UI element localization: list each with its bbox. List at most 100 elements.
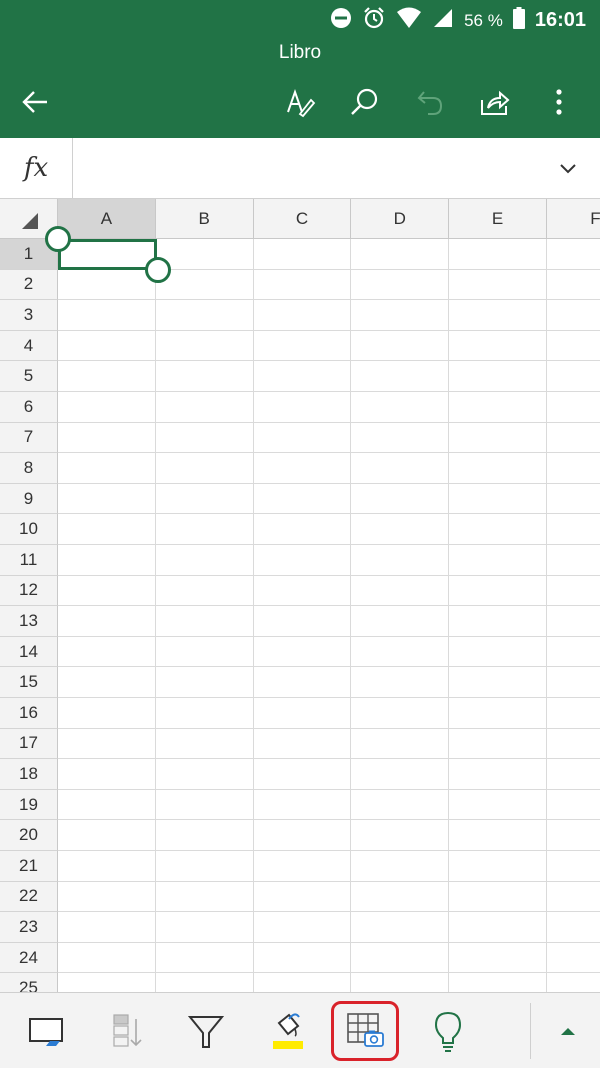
status-icons: 56 % 16:01	[330, 6, 586, 35]
row-header-23[interactable]: 23	[0, 912, 58, 943]
row-header-4[interactable]: 4	[0, 330, 58, 362]
row-header-7[interactable]: 7	[0, 422, 58, 454]
row-gridline	[58, 941, 600, 943]
signal-icon	[432, 7, 454, 34]
fill-color-button[interactable]	[259, 1003, 315, 1059]
bottom-toolbar	[0, 992, 600, 1068]
formula-expand-button[interactable]	[554, 154, 582, 182]
column-header-f[interactable]: F	[547, 199, 600, 239]
fill-color-icon	[273, 1013, 303, 1049]
filter-button[interactable]	[178, 1003, 234, 1059]
row-gridline	[58, 421, 600, 423]
more-options-button[interactable]	[539, 82, 579, 122]
selection-handle-bottom-right[interactable]	[145, 257, 171, 283]
undo-button[interactable]	[410, 82, 450, 122]
ideas-button[interactable]	[420, 1003, 476, 1059]
column-header-d[interactable]: D	[351, 199, 450, 239]
formula-input[interactable]	[73, 138, 543, 198]
row-gridline	[58, 819, 600, 821]
row-gridline	[58, 329, 600, 331]
row-gridline	[58, 574, 600, 576]
undo-icon	[417, 91, 443, 115]
row-gridline	[58, 605, 600, 607]
sort-icon	[113, 1014, 142, 1047]
row-header-14[interactable]: 14	[0, 636, 58, 668]
row-gridline	[58, 911, 600, 913]
row-header-5[interactable]: 5	[0, 361, 58, 392]
row-header-8[interactable]: 8	[0, 453, 58, 484]
row-header-24[interactable]: 24	[0, 942, 58, 974]
row-header-21[interactable]: 21	[0, 851, 58, 882]
row-header-18[interactable]: 18	[0, 759, 58, 790]
battery-percent: 56 %	[464, 10, 503, 30]
row-header-15[interactable]: 15	[0, 667, 58, 698]
row-gridline	[58, 850, 600, 851]
column-gridline	[252, 239, 254, 992]
row-gridline	[58, 788, 600, 790]
selection-handle-top-left[interactable]	[45, 226, 71, 252]
back-arrow-icon	[22, 91, 47, 113]
document-title: Libro	[278, 42, 322, 63]
status-bar: 56 % 16:01	[0, 0, 600, 38]
edit-text-icon	[287, 88, 316, 118]
row-gridline	[58, 513, 600, 515]
share-icon	[481, 90, 510, 115]
row-header-22[interactable]: 22	[0, 881, 58, 913]
do-not-disturb-icon	[330, 7, 352, 34]
fx-label: fx	[23, 153, 49, 183]
column-header-a[interactable]: A	[58, 199, 156, 239]
row-header-12[interactable]: 12	[0, 575, 58, 607]
column-header-e[interactable]: E	[449, 199, 547, 239]
cell-format-icon	[29, 1018, 63, 1046]
row-header-6[interactable]: 6	[0, 392, 58, 423]
row-header-25[interactable]: 25	[0, 973, 58, 992]
highlight-annotation	[331, 1001, 399, 1061]
expand-ribbon-button[interactable]	[540, 1003, 596, 1059]
row-gridline	[58, 880, 600, 882]
chevron-down-icon	[560, 164, 576, 174]
row-gridline	[58, 391, 600, 392]
fx-button[interactable]: fx	[0, 138, 73, 198]
row-gridline	[58, 635, 600, 637]
toolbar-separator	[530, 1003, 531, 1059]
back-button[interactable]	[15, 82, 55, 122]
column-header-c[interactable]: C	[253, 199, 352, 239]
row-header-20[interactable]: 20	[0, 820, 58, 851]
row-gridline	[58, 972, 600, 974]
row-gridline	[58, 697, 600, 698]
sort-button[interactable]	[98, 1003, 154, 1059]
row-gridline	[58, 482, 600, 484]
column-header-b[interactable]: B	[155, 199, 254, 239]
cell-format-button[interactable]	[18, 1003, 74, 1059]
row-header-16[interactable]: 16	[0, 698, 58, 729]
edit-text-button[interactable]	[280, 82, 320, 122]
row-header-13[interactable]: 13	[0, 606, 58, 637]
formula-bar: fx	[0, 138, 600, 199]
column-gridline	[448, 239, 450, 992]
row-header-2[interactable]: 2	[0, 269, 58, 301]
wifi-icon	[396, 7, 422, 34]
row-header-11[interactable]: 11	[0, 545, 58, 576]
selected-cell-outline	[58, 239, 157, 270]
search-icon	[351, 88, 378, 115]
row-header-10[interactable]: 10	[0, 514, 58, 545]
lightbulb-icon	[434, 1011, 462, 1052]
top-toolbar	[0, 82, 600, 122]
row-header-3[interactable]: 3	[0, 300, 58, 331]
share-button[interactable]	[474, 82, 514, 122]
expand-up-icon	[561, 1028, 575, 1035]
alarm-icon	[362, 6, 386, 35]
row-header-17[interactable]: 17	[0, 728, 58, 760]
row-gridline	[58, 360, 600, 362]
spreadsheet-grid[interactable]: A B C D E F 1 2 3 4 5 6 7 8 9 10 11 12 13 14 15 16 17 18 19 20 21 2…	[0, 199, 600, 992]
row-gridline	[58, 727, 600, 729]
clock: 16:01	[534, 9, 586, 31]
row-gridline	[58, 299, 600, 301]
row-header-19[interactable]: 19	[0, 789, 58, 821]
column-gridline	[350, 239, 352, 992]
more-icon	[556, 89, 562, 115]
battery-icon	[512, 7, 525, 34]
app-header: 56 % 16:01 Libro	[0, 0, 600, 138]
row-header-9[interactable]: 9	[0, 483, 58, 515]
search-button[interactable]	[344, 82, 384, 122]
